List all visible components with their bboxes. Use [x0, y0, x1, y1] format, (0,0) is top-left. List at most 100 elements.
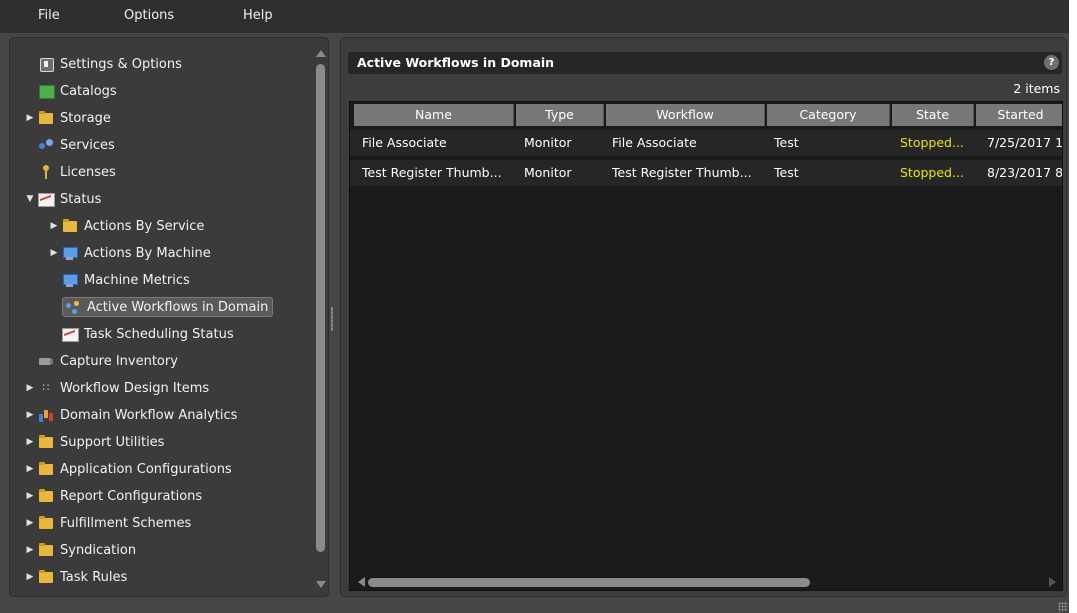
column-header-category[interactable]: Category [767, 104, 890, 126]
tree-item-domain-workflow-analytics[interactable]: ▶ Domain Workflow Analytics [22, 403, 238, 427]
column-header-type[interactable]: Type [516, 104, 604, 126]
table-scrollbar-thumb[interactable] [368, 578, 810, 587]
table-row[interactable]: File Associate Monitor File Associate Test S… [350, 130, 1062, 156]
cell-workflow: File Associate [612, 135, 697, 150]
folder-icon [38, 569, 54, 585]
tree-item-status[interactable]: ▼ Status [22, 187, 101, 211]
tree-item-active-workflows-in-domain[interactable]: Active Workflows in Domain [46, 295, 274, 319]
tree-item-services[interactable]: Services [22, 133, 115, 157]
column-header-started[interactable]: Started [976, 104, 1062, 126]
services-icon [38, 137, 54, 153]
expand-arrow-icon[interactable]: ▶ [22, 410, 38, 420]
tree-item-content: Services [38, 137, 115, 153]
tree-item-workflow-design-items[interactable]: ▶ ∷ Workflow Design Items [22, 376, 210, 400]
tree-item-application-configurations[interactable]: ▶ Application Configurations [22, 457, 232, 481]
expand-arrow-icon[interactable]: ▶ [22, 491, 38, 501]
tree-item-label: Task Rules [60, 569, 128, 585]
gear-icon [38, 56, 54, 72]
analytics-icon [38, 407, 54, 423]
folder-icon [38, 515, 54, 531]
tree-item-task-scheduling-status[interactable]: Task Scheduling Status [46, 322, 234, 346]
expand-arrow-icon[interactable]: ▶ [46, 248, 62, 258]
panel-splitter[interactable] [331, 307, 333, 331]
tree-scrollbar-thumb[interactable] [316, 64, 325, 552]
book-icon [38, 83, 55, 99]
tree-item-catalogs[interactable]: Catalogs [22, 79, 117, 103]
workflows-panel: Active Workflows in Domain ? 2 items Nam… [340, 37, 1067, 597]
tree-item-fulfillment-schemes[interactable]: ▶ Fulfillment Schemes [22, 511, 192, 535]
column-header-state[interactable]: State [892, 104, 974, 126]
tree-item-label: Support Utilities [60, 434, 165, 450]
tree-item-content: Settings & Options [38, 56, 182, 72]
tree-item-content: Report Configurations [38, 488, 202, 504]
menu-file[interactable]: File [38, 8, 60, 23]
tree-item-actions-by-machine[interactable]: ▶ Actions By Machine [46, 241, 211, 265]
tree-item-content: Actions By Service [62, 218, 204, 234]
table-header: Name Type Workflow Category State Started [350, 104, 1062, 126]
expand-arrow-icon[interactable]: ▶ [22, 437, 38, 447]
column-header-name[interactable]: Name [354, 104, 514, 126]
tree-item-content: Licenses [38, 164, 116, 180]
navigation-panel: Settings & Options Catalogs ▶ Storage Servic… [9, 37, 329, 597]
tree-scrollbar[interactable] [315, 46, 326, 590]
tree-item-capture-inventory[interactable]: Capture Inventory [22, 349, 178, 373]
expand-arrow-icon[interactable]: ▶ [22, 383, 38, 393]
expand-arrow-icon[interactable]: ▶ [22, 464, 38, 474]
tree-item-label: Syndication [60, 542, 137, 558]
menu-help[interactable]: Help [243, 8, 273, 23]
tree-item-label: Actions By Service [84, 218, 205, 234]
expand-arrow-icon[interactable]: ▶ [22, 572, 38, 582]
cell-type: Monitor [524, 165, 572, 180]
tree-item-content: Domain Workflow Analytics [38, 407, 237, 423]
expand-arrow-icon[interactable]: ▶ [22, 113, 38, 123]
tree-item-support-utilities[interactable]: ▶ Support Utilities [22, 430, 165, 454]
tree-item-machine-metrics[interactable]: Machine Metrics [46, 268, 190, 292]
tree-item-settings-options[interactable]: Settings & Options [22, 52, 182, 76]
expand-arrow-icon[interactable]: ▶ [46, 221, 62, 231]
tree-item-label: Settings & Options [60, 56, 182, 72]
tree-item-content: ∷ Workflow Design Items [38, 380, 210, 396]
menu-bar: File Options Help [0, 0, 1069, 33]
key-icon [38, 164, 54, 180]
item-count: 2 items [1013, 81, 1060, 96]
expand-arrow-icon[interactable]: ▶ [22, 545, 38, 555]
panel-header: Active Workflows in Domain ? [348, 52, 1062, 74]
tree-item-label: Active Workflows in Domain [87, 299, 269, 315]
tree-item-syndication[interactable]: ▶ Syndication [22, 538, 137, 562]
tree-item-content: Actions By Machine [62, 245, 211, 261]
table-horizontal-scrollbar[interactable] [350, 576, 1062, 588]
tree-item-content: Support Utilities [38, 434, 164, 450]
cell-workflow: Test Register Thumb... [612, 165, 752, 180]
menu-options[interactable]: Options [124, 8, 174, 23]
tree-item-label: Machine Metrics [84, 272, 190, 288]
scroll-up-arrow-icon[interactable] [316, 50, 326, 57]
cell-type: Monitor [524, 135, 572, 150]
computer-icon [62, 245, 78, 261]
tree-item-label: Fulfillment Schemes [60, 515, 192, 531]
tree-item-storage[interactable]: ▶ Storage [22, 106, 111, 130]
tree-item-actions-by-service[interactable]: ▶ Actions By Service [46, 214, 205, 238]
folder-icon [38, 434, 54, 450]
scroll-right-arrow-icon[interactable] [1049, 577, 1056, 587]
collapse-arrow-icon[interactable]: ▼ [22, 194, 38, 204]
chart-icon [62, 326, 79, 342]
workflows-table: Name Type Workflow Category State Started Fil… [349, 101, 1063, 591]
cell-state: Stopped... [900, 135, 964, 150]
folder-icon [62, 218, 78, 234]
scroll-down-arrow-icon[interactable] [316, 581, 326, 588]
tree-item-label: Domain Workflow Analytics [60, 407, 238, 423]
column-header-workflow[interactable]: Workflow [606, 104, 765, 126]
tree-item-content: Task Rules [38, 569, 127, 585]
tree-item-task-rules[interactable]: ▶ Task Rules [22, 565, 128, 589]
tree-item-content: Active Workflows in Domain [62, 297, 274, 317]
chart-icon [38, 191, 55, 207]
tree-item-label: Application Configurations [60, 461, 232, 477]
expand-arrow-icon[interactable]: ▶ [22, 518, 38, 528]
window-resize-grip[interactable] [1058, 602, 1068, 612]
tree-item-content: Status [38, 191, 101, 207]
tree-item-report-configurations[interactable]: ▶ Report Configurations [22, 484, 203, 508]
scroll-left-arrow-icon[interactable] [358, 577, 365, 587]
table-row[interactable]: Test Register Thumb... Monitor Test Regist… [350, 160, 1062, 186]
help-icon[interactable]: ? [1044, 55, 1059, 70]
tree-item-licenses[interactable]: Licenses [22, 160, 116, 184]
